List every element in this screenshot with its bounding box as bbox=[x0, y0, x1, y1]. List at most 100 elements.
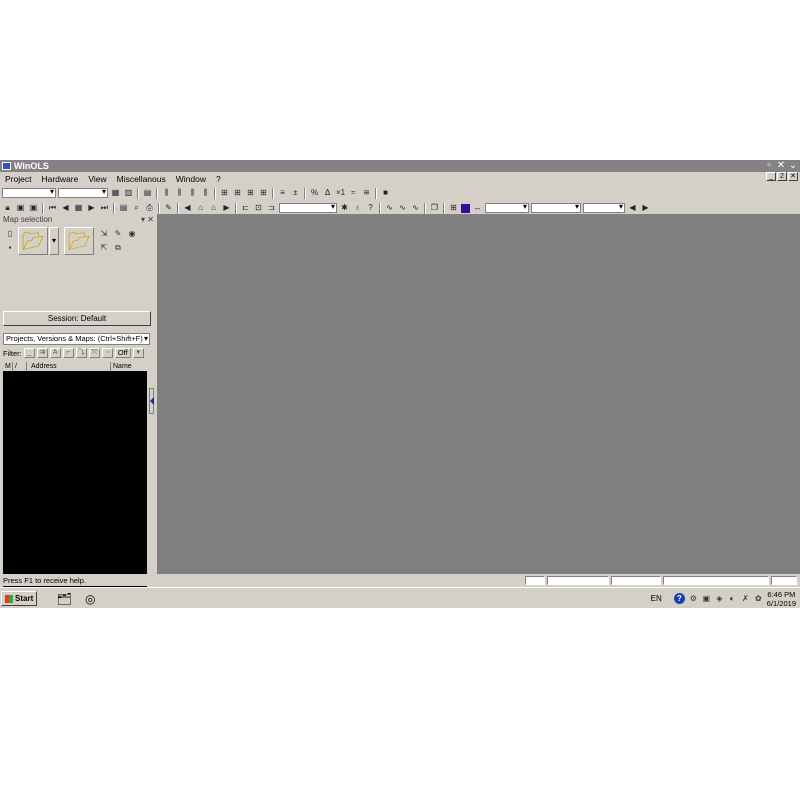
filter-1-button[interactable]: _ bbox=[23, 348, 35, 358]
percent-icon[interactable]: % bbox=[309, 188, 320, 198]
home-2-icon[interactable]: ⌂ bbox=[208, 203, 219, 213]
menu-hardware[interactable]: Hardware bbox=[36, 174, 83, 184]
map-list[interactable] bbox=[3, 371, 147, 608]
tray-shield-icon[interactable]: ◈ bbox=[715, 594, 724, 603]
explorer-icon[interactable]: 🗂︎ bbox=[55, 591, 73, 607]
lock-icon[interactable]: 🔒︎ bbox=[2, 203, 13, 213]
filter-4-button[interactable]: ⌐ bbox=[62, 348, 74, 358]
filter-2-button[interactable]: ⇉ bbox=[36, 348, 48, 358]
window-2-icon[interactable]: ▣ bbox=[28, 203, 39, 213]
filter-3-button[interactable]: A bbox=[49, 348, 61, 358]
frame-1-icon[interactable]: ⊏ bbox=[240, 203, 251, 213]
winols-task-icon[interactable]: ◎ bbox=[81, 591, 99, 607]
menu-help[interactable]: ? bbox=[211, 174, 226, 184]
import-icon[interactable]: ⇲ bbox=[98, 228, 110, 239]
toolbar-combo-6[interactable] bbox=[583, 202, 625, 213]
window-1-icon[interactable]: ▣ bbox=[15, 203, 26, 213]
first-icon[interactable]: ⏮ bbox=[47, 203, 58, 213]
toolbar-combo-3[interactable] bbox=[279, 202, 337, 213]
column-name[interactable]: Name bbox=[111, 362, 147, 371]
mdi-minimize-button[interactable]: _ bbox=[766, 172, 776, 181]
new-file-icon[interactable]: ▯ bbox=[4, 228, 16, 239]
network-icon[interactable]: ✗ bbox=[741, 594, 750, 603]
open-project-button[interactable]: 📂︎ bbox=[18, 227, 48, 255]
map-view-icon[interactable]: ▤ bbox=[118, 203, 129, 213]
hex-2-icon[interactable]: ⊞ bbox=[232, 188, 243, 198]
zoom-icon[interactable]: ⌕ bbox=[131, 203, 142, 213]
format-2-icon[interactable]: ≈ bbox=[348, 188, 359, 198]
width-icon[interactable]: ↔ bbox=[472, 203, 483, 213]
panel-close-icon[interactable]: ▾ ✕ bbox=[141, 215, 154, 224]
view-dropdown[interactable]: Projects, Versions & Maps: (Ctrl+Shift+F… bbox=[3, 333, 150, 345]
print-icon[interactable]: ⎙ bbox=[144, 203, 155, 213]
curve-2-icon[interactable]: ∿ bbox=[397, 203, 408, 213]
column-2-icon[interactable]: ⫼ bbox=[174, 188, 185, 198]
mdi-close-button[interactable]: ✕ bbox=[788, 172, 798, 181]
toolbar-combo-2[interactable] bbox=[58, 187, 108, 198]
column-4-icon[interactable]: ⫼ bbox=[200, 188, 211, 198]
grid-view-2-icon[interactable]: ▥ bbox=[123, 188, 134, 198]
menu-view[interactable]: View bbox=[83, 174, 111, 184]
home-icon[interactable]: ⌂ bbox=[195, 203, 206, 213]
hex-1-icon[interactable]: ⊞ bbox=[219, 188, 230, 198]
mdi-restore-button[interactable]: 2 bbox=[777, 172, 787, 181]
curve-3-icon[interactable]: ∿ bbox=[410, 203, 421, 213]
filter-5-button[interactable]: ⤵ bbox=[75, 348, 87, 358]
nav-next-icon[interactable]: ▶ bbox=[221, 203, 232, 213]
globe-icon[interactable]: ◉ bbox=[126, 228, 138, 239]
export-icon[interactable]: ⇱ bbox=[98, 242, 110, 253]
color-swatch[interactable] bbox=[461, 203, 470, 213]
menu-window[interactable]: Window bbox=[171, 174, 211, 184]
frame-2-icon[interactable]: ⊡ bbox=[253, 203, 264, 213]
volume-icon[interactable]: 🔈︎ bbox=[728, 594, 737, 604]
chevron-down-icon[interactable]: ⌄ bbox=[788, 161, 798, 171]
clock[interactable]: 6:46 PM 6/1/2019 bbox=[767, 590, 796, 608]
toolbar-combo-1[interactable] bbox=[2, 187, 56, 198]
menu-project[interactable]: Project bbox=[0, 174, 36, 184]
column-1-icon[interactable]: ⫼ bbox=[161, 188, 172, 198]
format-icon[interactable]: ⊞ bbox=[448, 203, 459, 213]
compare-icon[interactable]: ⧉ bbox=[112, 242, 124, 253]
last-icon[interactable]: ⏭ bbox=[99, 203, 110, 213]
calendar-icon[interactable]: ▦ bbox=[73, 203, 84, 213]
tray-settings-icon[interactable]: ⚙ bbox=[689, 594, 698, 603]
delta-icon[interactable]: Δ bbox=[322, 188, 333, 198]
language-indicator[interactable]: EN bbox=[651, 594, 662, 603]
filter-dropdown-icon[interactable]: ▾ bbox=[132, 348, 144, 358]
prev-icon[interactable]: ◀ bbox=[60, 203, 71, 213]
column-m[interactable]: M bbox=[3, 362, 13, 371]
filter-7-button[interactable]: ▫ bbox=[101, 348, 113, 358]
grid-view-icon[interactable]: ▦ bbox=[110, 188, 121, 198]
sign-toggle-icon[interactable]: ± bbox=[290, 188, 301, 198]
scroll-left-icon[interactable]: ◀ bbox=[627, 203, 638, 213]
filter-6-button[interactable]: ⤧ bbox=[88, 348, 100, 358]
tray-monitor-icon[interactable]: ▣ bbox=[702, 594, 711, 603]
pin-icon[interactable]: ✱ bbox=[339, 203, 350, 213]
curve-1-icon[interactable]: ∿ bbox=[384, 203, 395, 213]
column-address[interactable]: Address bbox=[27, 362, 111, 371]
tray-app-icon[interactable]: ✿ bbox=[754, 594, 763, 603]
filter-off-button[interactable]: Off bbox=[114, 348, 131, 358]
menu-miscellanous[interactable]: Miscellanous bbox=[112, 174, 171, 184]
help-pointer-icon[interactable]: ? bbox=[365, 203, 376, 213]
close-x-icon[interactable]: ✕ bbox=[776, 161, 786, 171]
next-icon[interactable]: ▶ bbox=[86, 203, 97, 213]
hex-4-icon[interactable]: ⊞ bbox=[258, 188, 269, 198]
open-file-button[interactable]: 📂︎ bbox=[64, 227, 94, 255]
column-3-icon[interactable]: ⫼ bbox=[187, 188, 198, 198]
layers-icon[interactable]: ❐ bbox=[429, 203, 440, 213]
open-dropdown-button[interactable]: ▾ bbox=[49, 227, 59, 255]
restore-icon[interactable]: ▫ bbox=[764, 161, 774, 171]
format-1-icon[interactable]: ≡ bbox=[277, 188, 288, 198]
nav-prev-icon[interactable]: ◀ bbox=[182, 203, 193, 213]
frame-3-icon[interactable]: ⊐ bbox=[266, 203, 277, 213]
column-slash[interactable]: / bbox=[13, 362, 27, 371]
save-icon[interactable]: ▪ bbox=[4, 242, 16, 253]
hex-3-icon[interactable]: ⊞ bbox=[245, 188, 256, 198]
scroll-right-icon[interactable]: ▶ bbox=[640, 203, 651, 213]
start-button[interactable]: Start bbox=[1, 591, 38, 606]
session-button[interactable]: Session: Default bbox=[3, 311, 151, 326]
format-3-icon[interactable]: ≋ bbox=[361, 188, 372, 198]
help-icon[interactable]: ? bbox=[673, 593, 685, 604]
block-icon[interactable]: ■ bbox=[380, 188, 391, 198]
